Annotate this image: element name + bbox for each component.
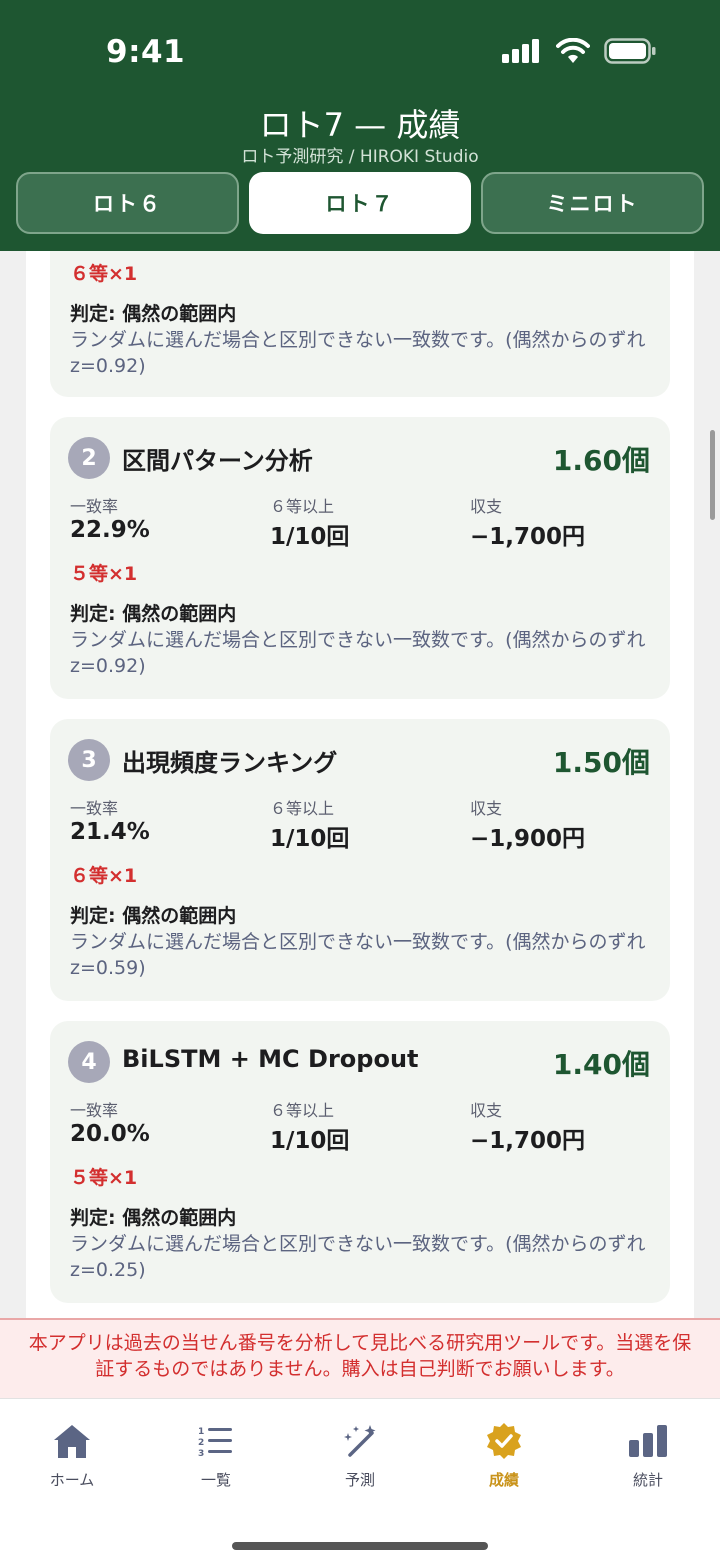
hit-rate-value: 1/10回 [270,826,350,852]
disclaimer-banner: 本アプリは過去の当せん番号を分析して見比べる研究用ツールです。当選を保証するもの… [0,1318,720,1398]
method-title: 出現頻度ランキング [122,749,338,777]
match-rate-value: 22.9% [70,517,150,543]
avg-match-count: 1.50個 [552,746,650,779]
verdict-description: ランダムに選んだ場合と区別できない一致数です。(偶然からのずれ z=0.92) [70,629,646,677]
verdict-description: ランダムに選んだ場合と区別できない一致数です。(偶然からのずれ z=0.25) [70,1233,646,1281]
avg-match-count: 1.40個 [552,1048,650,1081]
tab-prediction[interactable]: 予測 [305,1419,415,1490]
page-title: ロト7 — 成績 [259,106,461,144]
disclaimer-text: 本アプリは過去の当せん番号を分析して見比べる研究用ツールです。当選を保証するもの… [28,1332,692,1380]
tab-label: 成績 [488,1471,519,1489]
verdict-label: 判定: 偶然の範囲内 [70,303,237,325]
method-title: BiLSTM + MC Dropout [122,1045,419,1073]
prize-summary: ６等×1 [70,865,138,887]
status-bar: 9:41 [0,0,720,100]
result-card-4[interactable]: 4 BiLSTM + MC Dropout 1.40個 一致率 ６等以上 収支 … [50,1021,670,1303]
battery-icon [604,38,656,64]
prize-summary: ５等×1 [70,1167,138,1189]
balance-value: −1,900円 [470,826,586,852]
verdict-label: 判定: 偶然の範囲内 [70,1207,237,1229]
hit-rate-label: ６等以上 [270,497,335,516]
svg-text:2: 2 [198,1438,204,1448]
status-icons [502,38,656,64]
check-badge-icon [487,1423,521,1459]
result-card-1: ６等×1 判定: 偶然の範囲内 ランダムに選んだ場合と区別できない一致数です。(… [50,251,670,397]
magic-wand-icon [344,1425,376,1457]
balance-label: 収支 [470,799,503,818]
hit-rate-label: ６等以上 [270,799,335,818]
tab-label: 統計 [632,1471,663,1489]
rank-badge: 4 [68,1041,110,1083]
rank-badge: 2 [68,437,110,479]
method-title: 区間パターン分析 [122,447,313,475]
tab-label: 一覧 [200,1471,231,1489]
balance-label: 収支 [470,1101,503,1120]
tab-home[interactable]: ホーム [17,1419,127,1490]
results-scroll-area[interactable]: ６等×1 判定: 偶然の範囲内 ランダムに選んだ場合と区別できない一致数です。(… [26,251,694,1319]
page-subtitle: ロト予測研究 / HIROKI Studio [241,147,479,167]
balance-value: −1,700円 [470,524,586,550]
segment-loto7[interactable]: ロト７ [249,172,471,234]
svg-text:3: 3 [198,1449,204,1458]
segment-label: ロト６ [93,192,162,216]
bottom-tab-bar: ホーム 1 2 3 一覧 予測 成績 統計 [0,1398,720,1565]
house-icon [54,1425,90,1458]
svg-text:1: 1 [198,1427,204,1437]
verdict-label: 判定: 偶然の範囲内 [70,905,237,927]
match-rate-label: 一致率 [70,497,119,516]
balance-value: −1,700円 [470,1128,586,1154]
tab-results[interactable]: 成績 [449,1419,559,1490]
wifi-icon [556,38,590,63]
prize-summary: ５等×1 [70,563,138,585]
verdict-description: ランダムに選んだ場合と区別できない一致数です。(偶然からのずれ z=0.92) [70,329,646,377]
match-rate-value: 20.0% [70,1121,150,1147]
hit-rate-value: 1/10回 [270,524,350,550]
tab-statistics[interactable]: 統計 [593,1419,703,1490]
result-card-3[interactable]: 3 出現頻度ランキング 1.50個 一致率 ６等以上 収支 21.4% 1/10… [50,719,670,1001]
tab-label: ホーム [49,1471,95,1489]
balance-label: 収支 [470,497,503,516]
verdict-label: 判定: 偶然の範囲内 [70,603,237,625]
match-rate-label: 一致率 [70,799,119,818]
segment-loto6[interactable]: ロト６ [16,172,239,234]
status-time: 9:41 [106,34,186,70]
scroll-indicator[interactable] [710,430,715,520]
segment-label: ミニロト [546,192,639,216]
app-header: 9:41 ロト7 — 成績 ロト予測研究 / HIROKI Studio ロト６ [0,0,720,251]
numbered-list-icon: 1 2 3 [198,1427,232,1458]
result-card-2[interactable]: 2 区間パターン分析 1.60個 一致率 ６等以上 収支 22.9% 1/10回… [50,417,670,699]
prize-summary: ６等×1 [70,263,138,285]
tab-label: 予測 [344,1471,375,1489]
match-rate-label: 一致率 [70,1101,119,1120]
avg-match-count: 1.60個 [552,444,650,477]
rank-badge: 3 [68,739,110,781]
bar-chart-icon [629,1425,667,1457]
home-indicator[interactable] [232,1542,488,1550]
hit-rate-label: ６等以上 [270,1101,335,1120]
segment-miniloto[interactable]: ミニロト [481,172,704,234]
verdict-description: ランダムに選んだ場合と区別できない一致数です。(偶然からのずれ z=0.59) [70,931,646,979]
cellular-signal-icon [502,39,539,63]
tab-list[interactable]: 1 2 3 一覧 [161,1419,271,1490]
segment-label: ロト７ [325,192,395,216]
hit-rate-value: 1/10回 [270,1128,350,1154]
match-rate-value: 21.4% [70,819,150,845]
